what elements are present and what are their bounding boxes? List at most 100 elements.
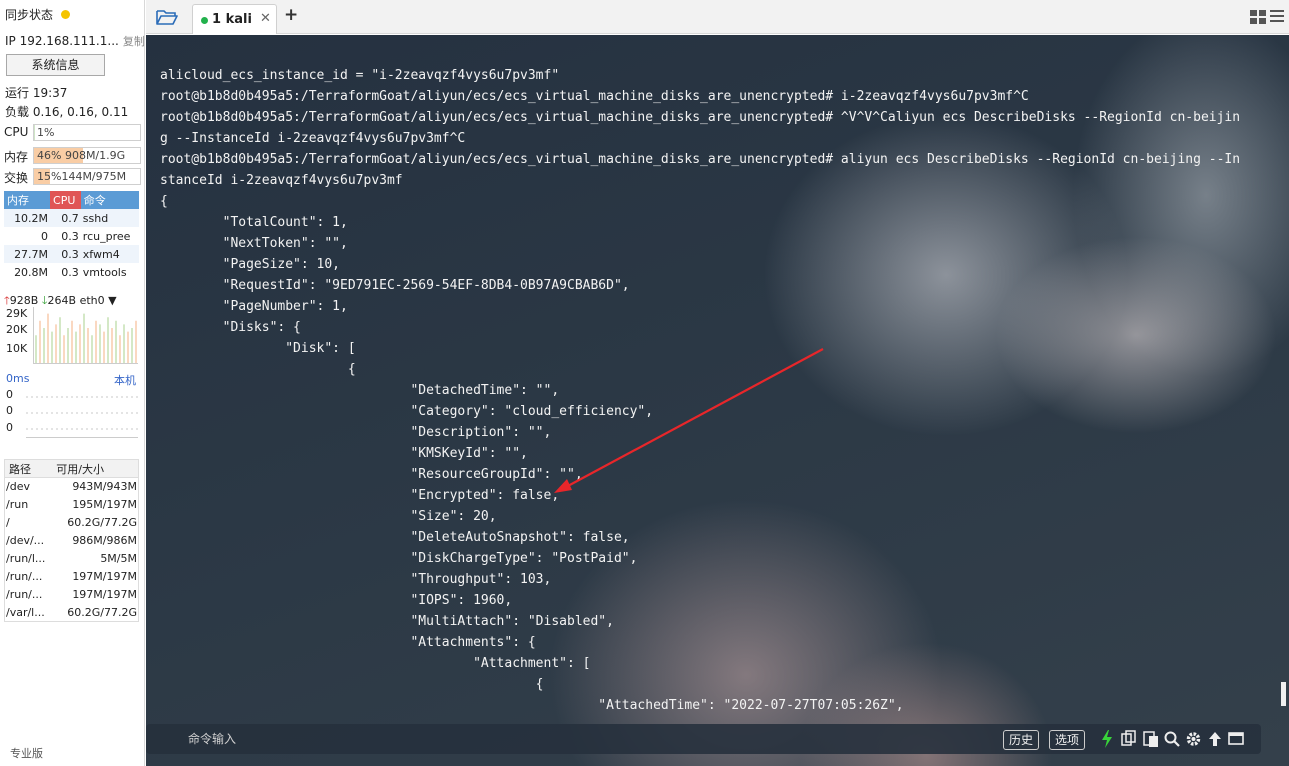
options-button[interactable]: 选项 (1049, 730, 1086, 750)
latency-value: 0 (6, 421, 13, 434)
process-header-mem[interactable]: 内存 (4, 191, 51, 209)
folder-open-icon[interactable] (156, 7, 178, 27)
process-cmd: rcu_pree (82, 229, 131, 243)
swap-label: 交换 (4, 171, 29, 185)
net-y-tick: 20K (6, 323, 28, 336)
sync-status: 同步状态 (5, 6, 71, 23)
disk-header-size[interactable]: 可用/大小 (52, 459, 139, 478)
disk-header-path[interactable]: 路径 (4, 459, 53, 478)
connected-dot-icon (201, 17, 208, 24)
interface-name: eth0 (79, 294, 105, 307)
history-button[interactable]: 历史 (1003, 730, 1040, 750)
search-icon[interactable] (1164, 730, 1180, 748)
disk-path: / (6, 516, 10, 529)
memory-meter-row: 内存 46% 908M/1.9G (4, 146, 141, 164)
plus-icon[interactable]: + (284, 5, 298, 25)
cpu-value: 1% (37, 126, 55, 139)
process-table: 内存 CPU 命令 10.2M 0.7 sshd 0 0.3 rcu_pree 27.7… (4, 191, 139, 281)
system-info-button[interactable]: 系统信息 (6, 54, 105, 76)
disk-size: 197M/197M (72, 570, 137, 583)
process-cmd: sshd (80, 209, 139, 227)
disk-size: 986M/986M (72, 534, 137, 547)
disk-path: /run/... (6, 570, 43, 583)
maximize-icon[interactable] (1228, 730, 1244, 748)
process-mem: 10.2M (4, 209, 51, 227)
disk-row[interactable]: /var/l... 60.2G/77.2G (5, 604, 139, 622)
terminal-scrollbar-thumb[interactable] (1281, 682, 1286, 706)
copy-icon[interactable] (1121, 730, 1137, 748)
process-cmd: vmtools (82, 265, 127, 279)
disk-size: 943M/943M (72, 480, 137, 494)
latency-value: 0 (6, 388, 13, 401)
disk-size: 197M/197M (72, 588, 137, 601)
close-icon[interactable]: ✕ (260, 11, 271, 26)
swap-meter-row: 交换 15%144M/975M (4, 167, 141, 185)
cpu-label: CPU (4, 125, 29, 139)
disk-row[interactable]: /dev 943M/943M (5, 478, 139, 496)
disk-row[interactable]: / 60.2G/77.2G (5, 514, 139, 532)
process-header-cpu[interactable]: CPU (50, 191, 81, 209)
disk-size: 60.2G/77.2G (67, 605, 137, 619)
latency-chart (26, 396, 138, 438)
disk-row[interactable]: /run/... 197M/197M (5, 586, 139, 604)
network-traffic-chart (33, 307, 138, 364)
process-row[interactable]: 0 0.3 rcu_pree (4, 227, 139, 245)
disk-path: /run (6, 498, 29, 511)
tab-label: 1 kali (212, 12, 252, 27)
process-row[interactable]: 20.8M 0.3 vmtools (4, 263, 139, 281)
process-row[interactable]: 10.2M 0.7 sshd (4, 209, 139, 227)
command-bar: 历史 选项 (146, 724, 1261, 754)
latency-value: 0 (6, 404, 13, 417)
disk-path: /var/l... (6, 605, 45, 619)
disk-path: /run/... (6, 588, 43, 601)
memory-meter: 46% 908M/1.9G (33, 147, 141, 164)
grid-layout-icon[interactable] (1250, 10, 1266, 24)
memory-label: 内存 (4, 150, 29, 164)
process-cpu: 0.3 (61, 229, 79, 243)
process-header-cmd[interactable]: 命令 (80, 191, 139, 209)
process-row[interactable]: 27.7M 0.3 xfwm4 (4, 245, 139, 263)
disk-row[interactable]: /run/... 197M/197M (5, 568, 139, 586)
disk-table: 路径 可用/大小 /dev 943M/943M /run 195M/197M / 60… (4, 459, 139, 622)
sync-status-dot-icon (61, 10, 71, 19)
swap-value: 15%144M/975M (37, 170, 127, 183)
process-cpu: 0.3 (50, 245, 81, 263)
ip-address: IP 192.168.111.1... (5, 34, 119, 48)
cpu-meter: 1% (33, 124, 141, 141)
lightning-icon[interactable] (1101, 730, 1113, 748)
tab-kali[interactable]: 1 kali ✕ (192, 4, 277, 34)
process-cmd: xfwm4 (80, 245, 139, 263)
disk-size: 60.2G/77.2G (67, 516, 137, 529)
process-mem: 0 (41, 229, 49, 243)
disk-path: /dev/... (6, 534, 45, 547)
tab-bar: 1 kali ✕ + (146, 0, 1289, 34)
process-mem: 20.8M (14, 265, 49, 279)
interface-select[interactable]: eth0 ▼ (80, 294, 117, 307)
swap-meter: 15%144M/975M (33, 168, 141, 185)
gear-icon[interactable] (1185, 730, 1202, 748)
latency-label: 0ms (6, 372, 30, 385)
terminal-panel[interactable]: alicloud_ecs_instance_id = "i-2zeavqzf4v… (146, 35, 1289, 766)
memory-value: 46% 908M/1.9G (37, 149, 126, 162)
hamburger-menu-icon[interactable] (1270, 9, 1284, 24)
process-mem: 27.7M (4, 245, 51, 263)
disk-row[interactable]: /run 195M/197M (5, 496, 139, 514)
latency-host[interactable]: 本机 (114, 372, 136, 388)
ip-row: IP 192.168.111.1... 复制 (5, 33, 145, 49)
process-cpu: 0.7 (50, 209, 81, 227)
disk-path: /run/l... (6, 552, 46, 565)
edition-label: 专业版 (10, 747, 43, 760)
annotation-arrow (554, 348, 824, 493)
disk-row[interactable]: /run/l... 5M/5M (5, 550, 139, 568)
disk-row[interactable]: /dev/... 986M/986M (5, 532, 139, 550)
disk-path: /dev (6, 480, 30, 494)
arrow-up-icon[interactable] (1208, 730, 1222, 748)
cpu-meter-fill (34, 125, 36, 140)
net-y-tick: 10K (6, 342, 28, 355)
copy-ip-link[interactable]: 复制 (123, 35, 145, 48)
paste-icon[interactable] (1143, 730, 1159, 748)
command-input[interactable] (188, 729, 888, 749)
net-y-tick: 29K (6, 307, 28, 320)
disk-size: 5M/5M (100, 552, 137, 565)
chevron-down-icon: ▼ (108, 294, 117, 307)
